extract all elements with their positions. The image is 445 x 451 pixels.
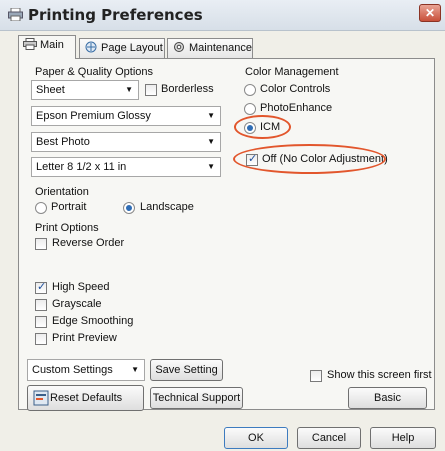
printing-preferences-window: Printing Preferences ✕ Main Page Layout … <box>0 0 445 451</box>
show-screen-first-checkbox[interactable] <box>310 370 322 382</box>
print-preview-label: Print Preview <box>52 332 117 344</box>
chevron-down-icon: ▼ <box>131 365 139 374</box>
chevron-down-icon: ▼ <box>207 137 215 146</box>
reverse-order-checkbox[interactable] <box>35 238 47 250</box>
high-speed-label: High Speed <box>52 281 110 293</box>
checkmark-icon: ✓ <box>37 281 47 293</box>
borderless-checkbox[interactable] <box>145 84 157 96</box>
color-controls-radio[interactable] <box>244 84 256 96</box>
portrait-radio[interactable] <box>35 202 47 214</box>
icm-off-highlight-oval <box>233 144 386 174</box>
radio-selected-dot <box>126 205 132 211</box>
chevron-down-icon: ▼ <box>125 85 133 94</box>
printer-tab-icon <box>23 38 37 50</box>
save-setting-button[interactable]: Save Setting <box>150 359 223 381</box>
paper-size-value: Letter 8 1/2 x 11 in <box>36 161 127 173</box>
chevron-down-icon: ▼ <box>207 162 215 171</box>
edge-smoothing-label: Edge Smoothing <box>52 315 134 327</box>
help-button[interactable]: Help <box>370 427 436 449</box>
custom-settings-select[interactable]: Custom Settings ▼ <box>27 359 145 381</box>
basic-button[interactable]: Basic <box>348 387 427 409</box>
printer-icon <box>8 8 23 21</box>
media-type-select[interactable]: Epson Premium Glossy ▼ <box>31 106 221 126</box>
color-management-heading: Color Management <box>245 66 339 78</box>
print-preview-checkbox[interactable] <box>35 333 47 345</box>
photoenhance-radio[interactable] <box>244 103 256 115</box>
quality-value: Best Photo <box>36 136 90 148</box>
borderless-label: Borderless <box>161 83 214 95</box>
paper-source-select[interactable]: Sheet ▼ <box>31 80 139 100</box>
high-speed-checkbox[interactable]: ✓ <box>35 281 47 294</box>
print-options-heading: Print Options <box>35 222 99 234</box>
paper-size-select[interactable]: Letter 8 1/2 x 11 in ▼ <box>31 157 221 177</box>
page-layout-icon <box>85 41 97 53</box>
chevron-down-icon: ▼ <box>207 111 215 120</box>
media-type-value: Epson Premium Glossy <box>36 110 151 122</box>
quality-select[interactable]: Best Photo ▼ <box>31 132 221 152</box>
landscape-radio[interactable] <box>123 202 135 214</box>
orientation-heading: Orientation <box>35 186 89 198</box>
ok-button[interactable]: OK <box>224 427 288 449</box>
title-bar: Printing Preferences ✕ <box>0 0 445 31</box>
icm-highlight-oval <box>234 115 291 139</box>
portrait-label: Portrait <box>51 201 87 213</box>
tab-maintenance-label: Maintenance <box>189 42 252 54</box>
close-button[interactable]: ✕ <box>419 4 441 22</box>
reverse-order-label: Reverse Order <box>52 237 125 249</box>
tab-maintenance[interactable]: Maintenance <box>167 38 253 58</box>
grayscale-checkbox[interactable] <box>35 299 47 311</box>
landscape-label: Landscape <box>140 201 194 213</box>
technical-support-button[interactable]: Technical Support <box>150 387 243 409</box>
paper-source-value: Sheet <box>36 84 65 96</box>
color-controls-label: Color Controls <box>260 83 331 95</box>
edge-smoothing-checkbox[interactable] <box>35 316 47 328</box>
reset-defaults-button[interactable]: Reset Defaults <box>27 385 144 411</box>
tab-main[interactable]: Main <box>18 35 76 59</box>
custom-settings-value: Custom Settings <box>32 364 113 376</box>
maintenance-icon <box>174 42 184 52</box>
photoenhance-label: PhotoEnhance <box>260 102 333 114</box>
tab-page-layout-label: Page Layout <box>101 42 163 54</box>
tab-page-layout[interactable]: Page Layout <box>79 38 165 58</box>
window-title: Printing Preferences <box>28 6 203 24</box>
tab-main-label: Main <box>40 39 64 51</box>
show-screen-first-label: Show this screen first <box>327 369 432 381</box>
cancel-button[interactable]: Cancel <box>297 427 361 449</box>
reset-defaults-icon <box>33 390 49 406</box>
paper-quality-heading: Paper & Quality Options <box>35 66 154 78</box>
grayscale-label: Grayscale <box>52 298 102 310</box>
reset-defaults-label: Reset Defaults <box>50 392 123 404</box>
